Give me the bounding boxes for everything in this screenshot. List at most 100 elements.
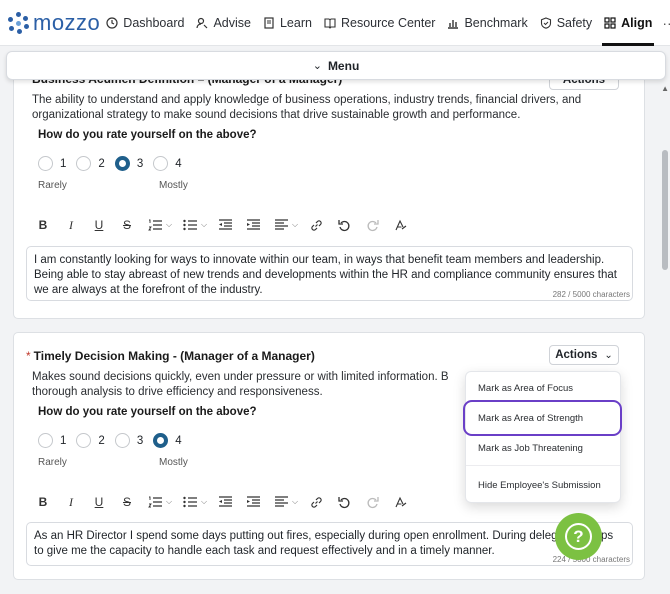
actions-dropdown-menu: Mark as Area of Focus Mark as Area of St…: [465, 371, 621, 503]
competency-title: * Timely Decision Making - (Manager of a …: [26, 349, 315, 363]
help-button[interactable]: ?: [555, 513, 602, 560]
chevron-down-icon: ⌄: [604, 349, 613, 361]
chevron-down-icon[interactable]: ⌵: [291, 493, 299, 511]
radio-button[interactable]: [153, 156, 169, 171]
rating-option-3[interactable]: 3: [114, 156, 144, 171]
redo-icon[interactable]: [363, 216, 381, 234]
chevron-down-icon[interactable]: ⌵: [291, 216, 299, 234]
rating-radio-group: 1 2 3 4: [38, 433, 192, 448]
top-navigation-bar: mozzo Dashboard Advise Learn Resource Ce…: [0, 0, 670, 46]
actions-button[interactable]: Actions ⌄: [549, 345, 619, 365]
mozzo-logo[interactable]: mozzo: [0, 10, 100, 36]
response-text: As an HR Director I spend some days putt…: [34, 530, 614, 557]
rating-option-4[interactable]: 4: [153, 156, 182, 171]
scale-high-label: Mostly: [159, 457, 188, 468]
menu-item-job-threatening[interactable]: Mark as Job Threatening: [478, 443, 583, 454]
rating-option-1[interactable]: 1: [38, 156, 66, 171]
nav-align[interactable]: Align: [598, 0, 658, 46]
radio-label: 3: [136, 157, 144, 170]
radio-button[interactable]: [76, 433, 92, 448]
undo-icon[interactable]: [335, 216, 353, 234]
outdent-icon[interactable]: [216, 216, 234, 234]
logo-dots-icon: [6, 11, 30, 35]
radio-button[interactable]: [38, 433, 53, 448]
response-text: I am constantly looking for ways to inno…: [34, 254, 617, 296]
scale-low-label: Rarely: [38, 457, 67, 468]
nav-label: Dashboard: [123, 15, 185, 30]
strikethrough-button[interactable]: S: [118, 493, 136, 511]
bar-chart-icon: [447, 17, 459, 29]
radio-button-selected[interactable]: [153, 433, 169, 448]
clear-format-icon[interactable]: [391, 493, 409, 511]
rating-option-4[interactable]: 4: [153, 433, 182, 448]
radio-button[interactable]: [38, 156, 53, 171]
open-book-icon: [324, 17, 336, 29]
chevron-down-icon[interactable]: ⌵: [165, 493, 173, 511]
rating-option-1[interactable]: 1: [38, 433, 66, 448]
indent-icon[interactable]: [244, 493, 262, 511]
rating-question: How do you rate yourself on the above?: [38, 406, 257, 418]
response-editor[interactable]: I am constantly looking for ways to inno…: [26, 246, 633, 301]
radio-label: 4: [175, 434, 182, 447]
nav-advise[interactable]: Advise: [190, 0, 257, 46]
align-icon[interactable]: [272, 493, 290, 511]
selection-highlight-outline: [463, 400, 622, 436]
undo-icon[interactable]: [335, 493, 353, 511]
radio-button[interactable]: [114, 433, 130, 448]
radio-button-selected[interactable]: [114, 156, 130, 171]
link-icon[interactable]: [307, 493, 325, 511]
book-icon: [263, 16, 275, 29]
rich-text-toolbar: B I U S ⌵ ⌵ ⌵: [34, 216, 419, 234]
menu-item-area-of-focus[interactable]: Mark as Area of Focus: [478, 383, 573, 394]
scale-low-label: Rarely: [38, 180, 67, 191]
nav-label: Safety: [556, 15, 593, 30]
competency-description: Makes sound decisions quickly, even unde…: [32, 371, 449, 398]
nav-dashboard[interactable]: Dashboard: [100, 0, 190, 46]
radio-button[interactable]: [76, 156, 92, 171]
nav-resource-center[interactable]: Resource Center: [318, 0, 442, 46]
numbered-list-icon[interactable]: [146, 493, 164, 511]
indent-icon[interactable]: [244, 216, 262, 234]
bullet-list-icon[interactable]: [181, 493, 199, 511]
scroll-up-arrow-icon[interactable]: ▲: [661, 84, 669, 93]
chevron-down-icon[interactable]: ⌵: [200, 493, 208, 511]
chevron-down-icon[interactable]: ⌵: [200, 216, 208, 234]
nav-safety[interactable]: Safety: [534, 0, 598, 46]
align-icon[interactable]: [272, 216, 290, 234]
bullet-list-icon[interactable]: [181, 216, 199, 234]
radio-label: 1: [60, 157, 67, 170]
rich-text-toolbar: B I U S ⌵ ⌵ ⌵: [34, 493, 419, 511]
radio-label: 4: [175, 157, 182, 170]
nav-learn[interactable]: Learn: [257, 0, 318, 46]
clear-format-icon[interactable]: [391, 216, 409, 234]
redo-icon[interactable]: [363, 493, 381, 511]
response-editor[interactable]: As an HR Director I spend some days putt…: [26, 522, 633, 566]
menu-toggle-bar[interactable]: ⌄ Menu: [6, 51, 666, 80]
link-icon[interactable]: [307, 216, 325, 234]
chevron-down-icon[interactable]: ⌵: [165, 216, 173, 234]
underline-button[interactable]: U: [90, 493, 108, 511]
chevron-down-icon: ⌄: [312, 60, 322, 72]
nav-benchmark[interactable]: Benchmark: [441, 0, 533, 46]
nav-label: Resource Center: [340, 15, 436, 30]
required-marker: *: [26, 349, 31, 363]
strikethrough-button[interactable]: S: [118, 216, 136, 234]
more-icon[interactable]: ···: [658, 15, 670, 31]
bold-button[interactable]: B: [34, 493, 52, 511]
shield-icon: [540, 16, 552, 29]
outdent-icon[interactable]: [216, 493, 234, 511]
rating-option-3[interactable]: 3: [114, 433, 143, 448]
menu-item-hide-submission[interactable]: Hide Employee's Submission: [478, 480, 601, 491]
rating-option-2[interactable]: 2: [76, 433, 105, 448]
actions-label: Actions: [555, 349, 598, 361]
numbered-list-icon[interactable]: [146, 216, 164, 234]
nav-label: Advise: [213, 15, 251, 30]
italic-button[interactable]: I: [62, 216, 80, 234]
bold-button[interactable]: B: [34, 216, 52, 234]
scrollbar-thumb[interactable]: [662, 150, 668, 270]
clock-icon: [106, 16, 118, 29]
rating-option-2[interactable]: 2: [76, 156, 105, 171]
character-counter: 224 / 5000 characters: [552, 555, 630, 564]
underline-button[interactable]: U: [90, 216, 108, 234]
italic-button[interactable]: I: [62, 493, 80, 511]
